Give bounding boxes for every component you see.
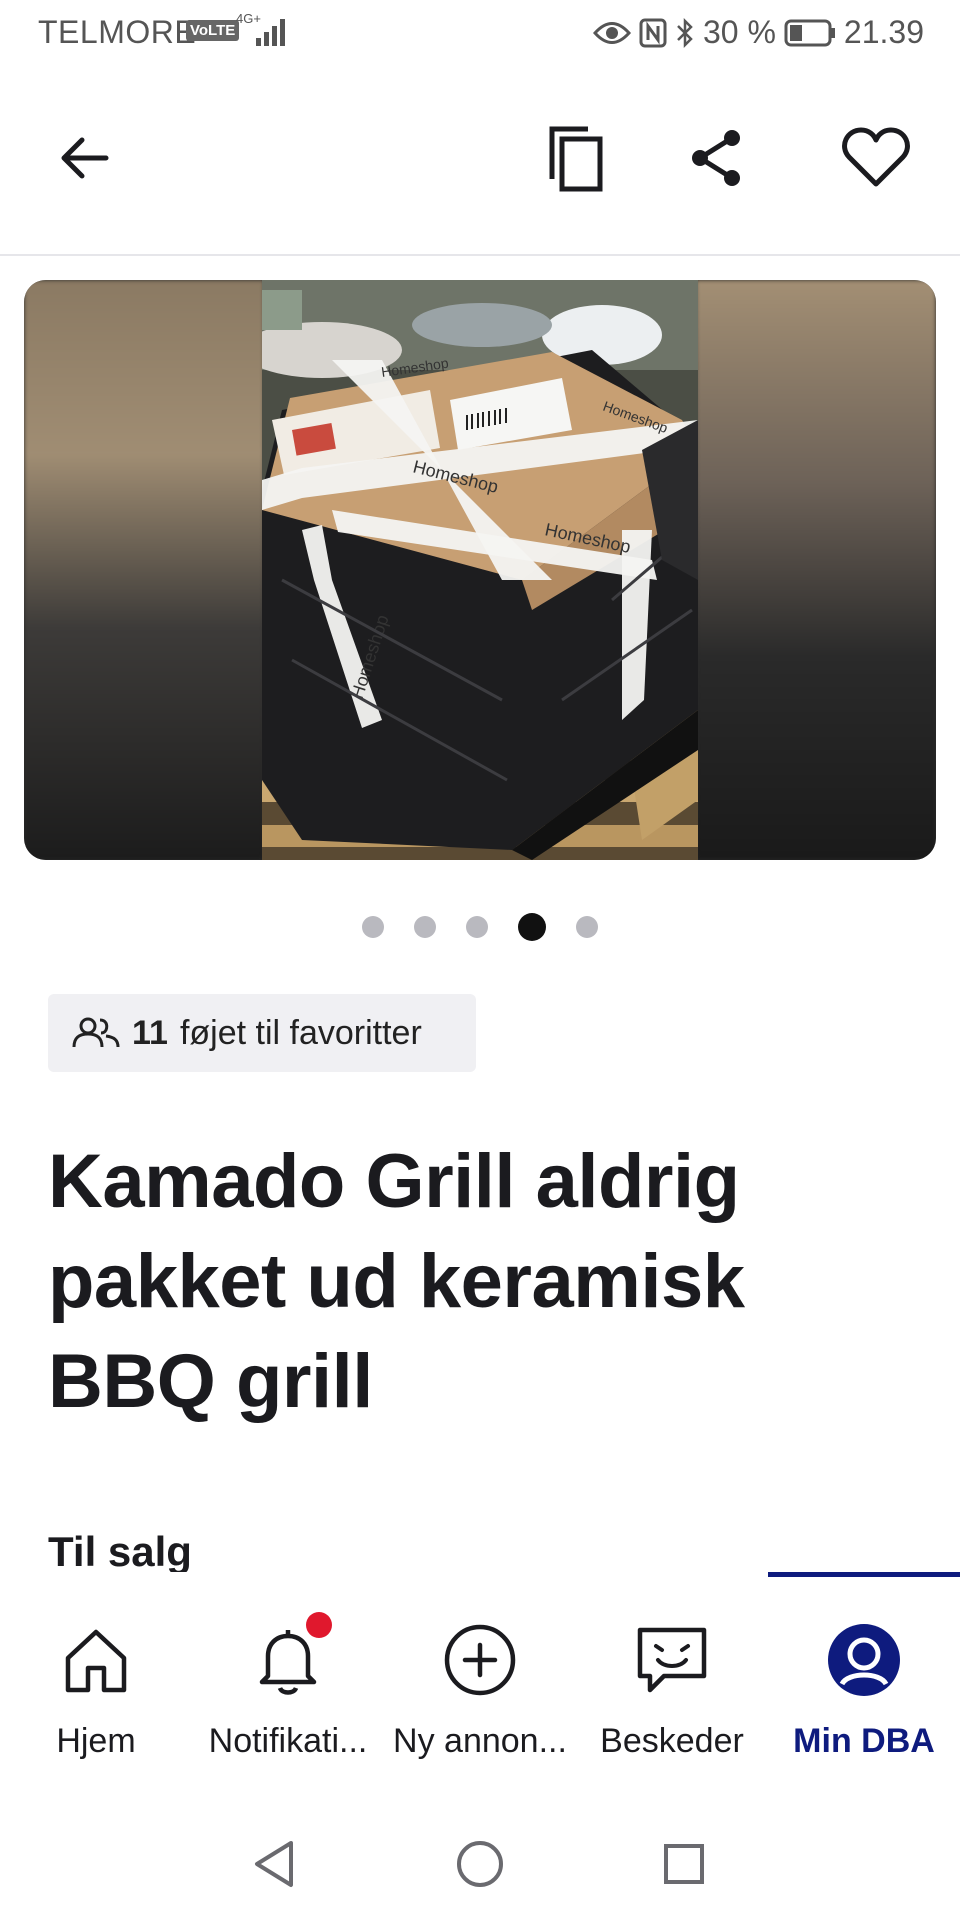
system-home-button[interactable]	[450, 1834, 510, 1894]
nav-label-notifications: Notifikati...	[208, 1722, 368, 1760]
bluetooth-icon	[677, 17, 693, 48]
profile-icon	[828, 1624, 900, 1696]
carousel-blur-left	[24, 280, 264, 860]
share-button[interactable]	[676, 118, 756, 198]
listing-status: Til salg	[48, 1528, 192, 1574]
battery-percent: 30 %	[702, 14, 776, 50]
back-button[interactable]	[44, 118, 124, 198]
system-recents-button[interactable]	[654, 1834, 714, 1894]
home-icon	[65, 1629, 127, 1693]
nav-item-my-dba[interactable]: Min DBA	[768, 1572, 960, 1792]
square-recents-icon	[664, 1844, 704, 1884]
nav-item-notifications[interactable]: Notifikati...	[192, 1572, 384, 1792]
nav-item-messages[interactable]: Beskeder	[576, 1572, 768, 1792]
nfc-icon	[639, 18, 667, 47]
triangle-back-icon	[255, 1841, 293, 1887]
signal-icon	[256, 19, 285, 46]
message-icon	[637, 1627, 707, 1693]
nav-item-new-listing[interactable]: Ny annon...	[384, 1572, 576, 1792]
carousel-dot[interactable]	[414, 916, 436, 938]
bottom-navigation: Hjem Notifikati... Ny annon... Beskeder …	[0, 1572, 960, 1792]
battery-icon	[784, 19, 835, 46]
add-circle-icon	[444, 1624, 516, 1696]
copy-icon	[549, 126, 603, 192]
carousel-dot[interactable]	[362, 916, 384, 938]
system-navigation-bar	[0, 1800, 960, 1920]
heart-icon	[842, 127, 910, 187]
nav-label-new-listing: Ny annon...	[393, 1722, 567, 1760]
top-app-bar	[0, 66, 960, 256]
circle-home-icon	[457, 1841, 503, 1887]
eye-icon	[592, 21, 631, 44]
favorites-count-chip: 11 føjet til favoritter	[48, 994, 476, 1072]
carrier-name: TELMORE	[38, 14, 197, 50]
volte-badge: VoLTE	[186, 20, 240, 41]
listing-title: Kamado Grill aldrig pakket ud keramisk B…	[48, 1139, 745, 1424]
back-arrow-icon	[61, 137, 109, 179]
notification-badge	[306, 1612, 332, 1638]
carousel-dot-active[interactable]	[518, 913, 546, 941]
nav-label-home: Hjem	[56, 1722, 136, 1760]
share-icon	[692, 130, 740, 186]
listing-photo-image: Homeshop Homeshop Homeshop Homeshop Home…	[262, 280, 698, 860]
nav-item-home[interactable]: Hjem	[0, 1572, 192, 1792]
image-carousel[interactable]: Homeshop Homeshop Homeshop Homeshop Home…	[24, 280, 936, 860]
carousel-blur-right	[696, 280, 936, 860]
people-icon	[72, 1017, 120, 1048]
favorite-button[interactable]	[836, 118, 916, 198]
carousel-dot[interactable]	[466, 916, 488, 938]
listing-photo[interactable]: Homeshop Homeshop Homeshop Homeshop Home…	[262, 280, 698, 860]
system-back-button[interactable]	[244, 1834, 304, 1894]
copy-button[interactable]	[534, 118, 614, 198]
carousel-pagination	[0, 912, 960, 942]
nav-label-my-dba: Min DBA	[793, 1722, 935, 1760]
favorites-text: føjet til favoritter	[179, 1013, 422, 1052]
status-bar: TELMORE VoLTE 4G+ 30 % 21.39	[0, 0, 960, 66]
favorites-count: 11	[132, 1013, 168, 1052]
clock: 21.39	[843, 14, 924, 50]
nav-label-messages: Beskeder	[600, 1722, 744, 1760]
carousel-dot[interactable]	[576, 916, 598, 938]
